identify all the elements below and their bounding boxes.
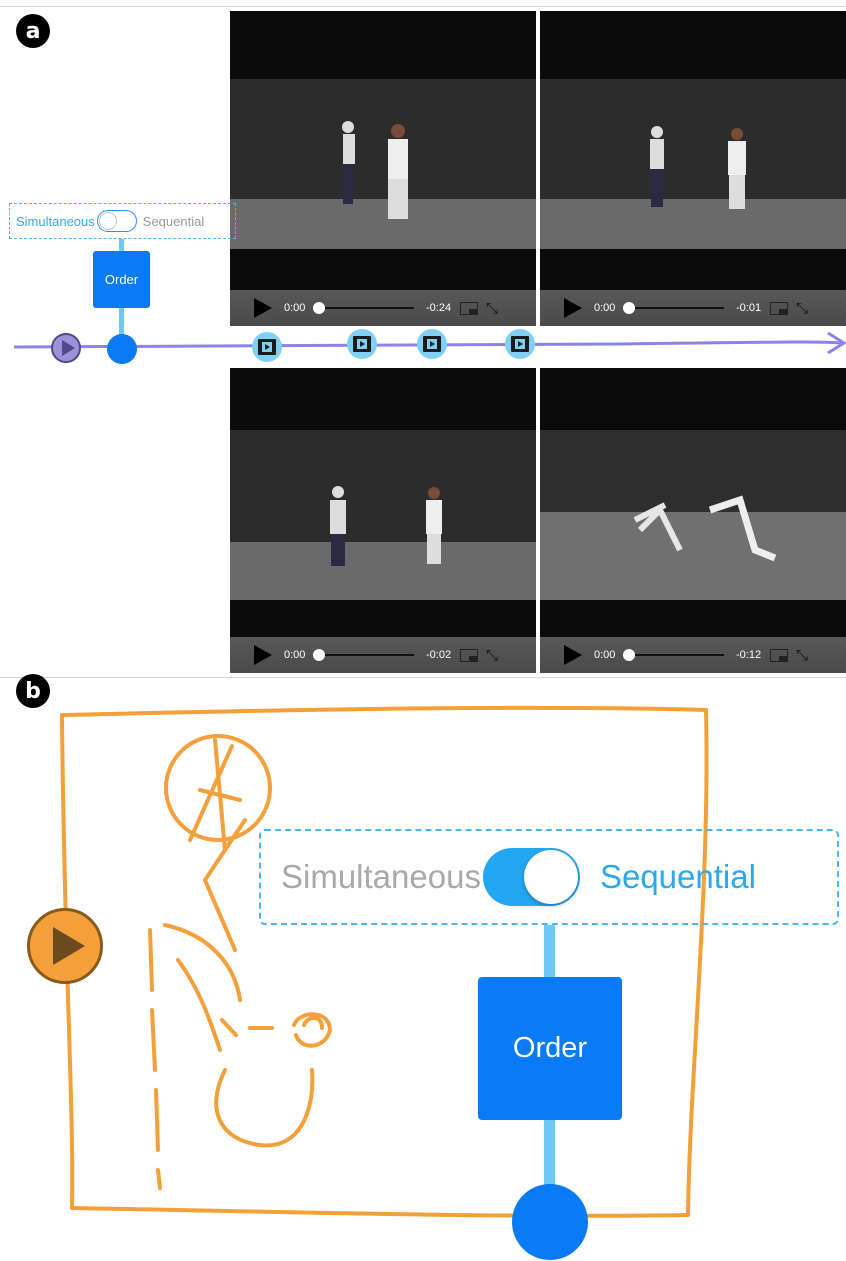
play-icon[interactable] bbox=[51, 333, 81, 363]
fullscreen-icon[interactable]: ⤡ bbox=[796, 646, 808, 664]
play-icon[interactable] bbox=[564, 645, 582, 665]
timeline-node[interactable] bbox=[512, 1184, 588, 1260]
play-icon[interactable] bbox=[254, 298, 272, 318]
video-player[interactable]: 0:00 -0:24 ⤡ bbox=[230, 11, 536, 326]
film-clip-icon[interactable] bbox=[505, 329, 535, 359]
orange-sketch-annotation bbox=[60, 705, 709, 1218]
video-controls: 0:00 -0:01 ⤡ bbox=[540, 290, 846, 326]
switch-thumb bbox=[523, 850, 578, 904]
video-frame bbox=[540, 430, 846, 600]
picture-in-picture-icon[interactable] bbox=[460, 648, 478, 662]
picture-in-picture-icon[interactable] bbox=[770, 648, 788, 662]
switch-thumb bbox=[98, 212, 117, 230]
fullscreen-icon[interactable]: ⤡ bbox=[486, 646, 498, 664]
play-icon[interactable] bbox=[254, 645, 272, 665]
video-controls: 0:00 -0:02 ⤡ bbox=[230, 637, 536, 673]
film-clip-icon[interactable] bbox=[347, 329, 377, 359]
elapsed-time: 0:00 bbox=[594, 302, 616, 314]
elapsed-time: 0:00 bbox=[284, 649, 306, 661]
scrubber[interactable] bbox=[623, 302, 724, 314]
panel-label-a: a bbox=[16, 14, 50, 48]
timeline-node[interactable] bbox=[107, 334, 137, 364]
film-clip-icon[interactable] bbox=[417, 329, 447, 359]
video-player[interactable]: 0:00 -0:12 ⤡ bbox=[540, 368, 846, 673]
order-mode-toggle: Simultaneous Sequential bbox=[9, 203, 236, 239]
scrubber[interactable] bbox=[313, 649, 414, 661]
scrubber-knob[interactable] bbox=[623, 649, 635, 661]
scrubber-knob[interactable] bbox=[313, 649, 325, 661]
film-clip-icon[interactable] bbox=[252, 332, 282, 362]
picture-in-picture-icon[interactable] bbox=[460, 301, 478, 315]
video-player[interactable]: 0:00 -0:01 ⤡ bbox=[540, 11, 846, 326]
video-controls: 0:00 -0:24 ⤡ bbox=[230, 290, 536, 326]
video-player[interactable]: 0:00 -0:02 ⤡ bbox=[230, 368, 536, 673]
order-mode-toggle: Simultaneous Sequential bbox=[259, 829, 839, 925]
remaining-time: -0:02 bbox=[426, 649, 452, 661]
order-mode-switch[interactable] bbox=[482, 848, 580, 906]
picture-in-picture-icon[interactable] bbox=[770, 301, 788, 315]
remaining-time: -0:24 bbox=[426, 302, 452, 314]
scrubber-knob[interactable] bbox=[313, 302, 325, 314]
panel-divider bbox=[0, 677, 846, 678]
fullscreen-icon[interactable]: ⤡ bbox=[796, 299, 808, 317]
simultaneous-label: Simultaneous bbox=[281, 858, 481, 895]
sequential-label: Sequential bbox=[142, 213, 205, 229]
remaining-time: -0:01 bbox=[736, 302, 762, 314]
video-frame bbox=[230, 430, 536, 600]
top-divider bbox=[0, 6, 846, 7]
scrubber[interactable] bbox=[623, 649, 724, 661]
fullscreen-icon[interactable]: ⤡ bbox=[486, 299, 498, 317]
play-icon[interactable] bbox=[564, 298, 582, 318]
elapsed-time: 0:00 bbox=[284, 302, 306, 314]
simultaneous-label: Simultaneous bbox=[16, 213, 95, 229]
scrubber-knob[interactable] bbox=[623, 302, 635, 314]
video-frame bbox=[540, 79, 846, 249]
order-button[interactable]: Order bbox=[93, 251, 150, 308]
scrubber[interactable] bbox=[313, 302, 414, 314]
elapsed-time: 0:00 bbox=[594, 649, 616, 661]
play-icon[interactable] bbox=[27, 908, 103, 984]
order-button[interactable]: Order bbox=[478, 977, 622, 1120]
video-controls: 0:00 -0:12 ⤡ bbox=[540, 637, 846, 673]
sequential-label: Sequential bbox=[599, 858, 756, 895]
remaining-time: -0:12 bbox=[736, 649, 762, 661]
video-frame bbox=[230, 79, 536, 249]
order-mode-switch[interactable] bbox=[96, 210, 137, 232]
